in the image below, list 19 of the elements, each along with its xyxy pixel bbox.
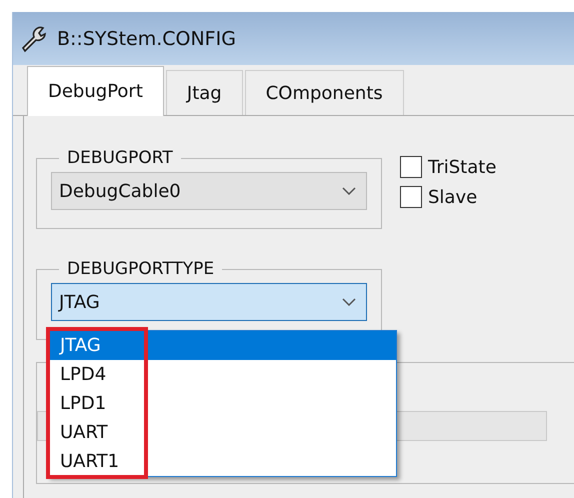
list-item[interactable]: JTAG: [48, 331, 396, 360]
checkbox[interactable]: TriState: [400, 156, 496, 178]
wrench-icon: [19, 24, 49, 54]
chevron-icon: [342, 187, 356, 195]
list-item[interactable]: LPD1: [48, 389, 396, 418]
checkbox[interactable]: Slave: [400, 186, 496, 208]
group-label: DEBUGPORT: [66, 148, 174, 168]
list-item[interactable]: UART1: [48, 447, 396, 476]
window-title: B::SYStem.CONFIG: [57, 28, 236, 50]
list-item[interactable]: UART: [48, 418, 396, 447]
checkbox-label: TriState: [428, 156, 496, 178]
checkbox-label: Slave: [428, 186, 478, 208]
group-label: DEBUGPORTTYPE: [66, 259, 216, 279]
list-item[interactable]: LPD4: [48, 360, 396, 389]
tab[interactable]: DebugPort: [27, 66, 164, 116]
dropdown[interactable]: JTAG: [51, 283, 367, 321]
tab[interactable]: COmponents: [244, 70, 404, 115]
tab[interactable]: Jtag: [166, 70, 243, 115]
chevron-icon: [342, 298, 356, 306]
